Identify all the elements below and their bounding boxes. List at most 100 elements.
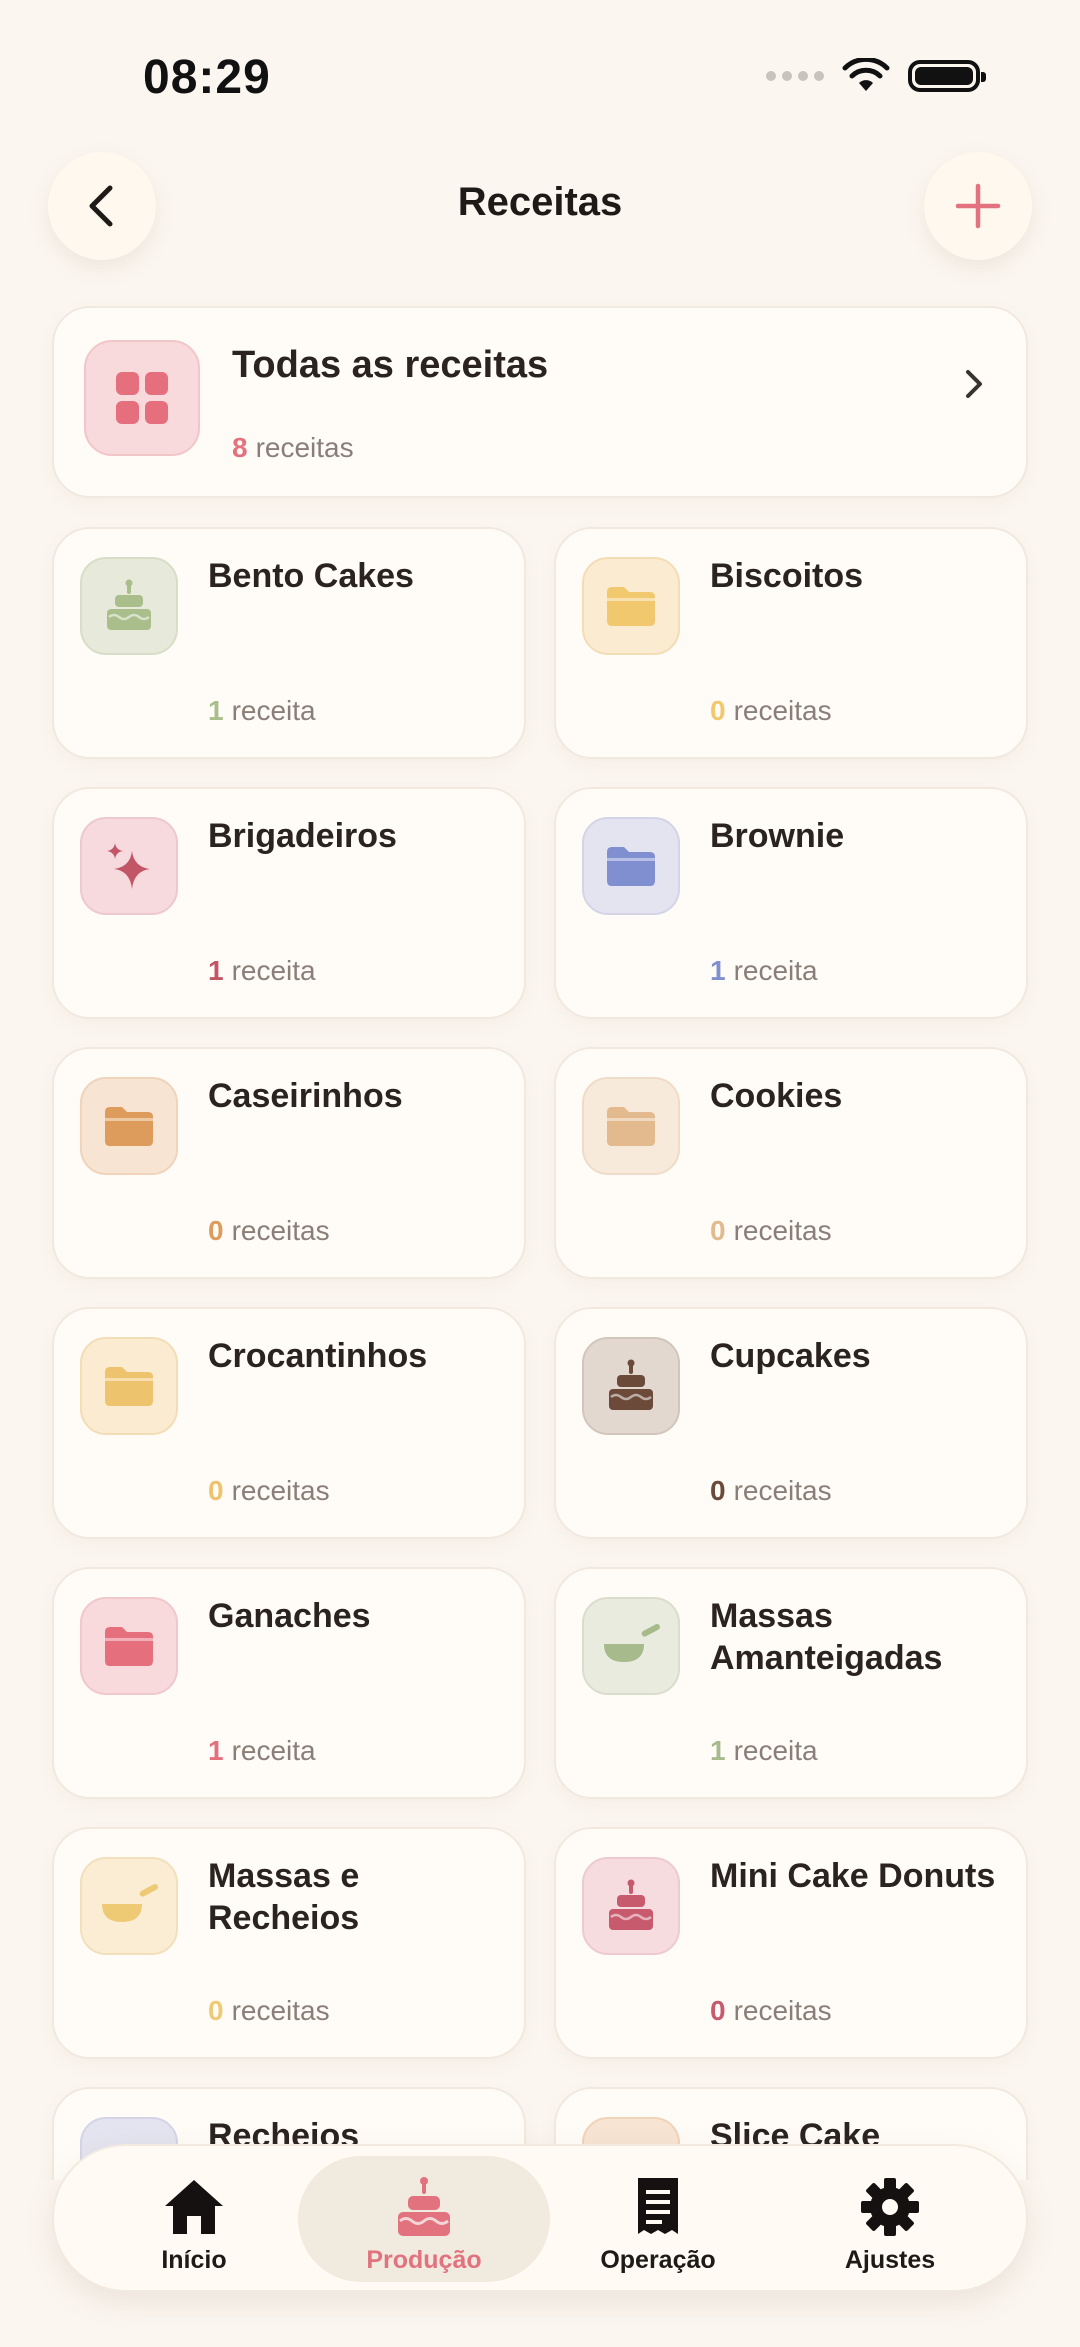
category-card[interactable]: Ganaches 1 receita bbox=[52, 1567, 526, 1799]
tab-inicio[interactable]: Início bbox=[68, 2156, 320, 2282]
category-count-number: 0 bbox=[710, 695, 726, 726]
category-card[interactable]: Brigadeiros 1 receita bbox=[52, 787, 526, 1019]
category-count-unit: receitas bbox=[733, 1475, 832, 1506]
category-count-number: 1 bbox=[208, 1735, 224, 1766]
category-count: 0 receitas bbox=[710, 1995, 832, 2027]
recipes-scroll-area[interactable]: Todas as receitas 8 receitas Bento Cakes 1… bbox=[0, 0, 1080, 2180]
category-name: Biscoitos bbox=[710, 557, 864, 595]
category-count-unit: receitas bbox=[231, 1215, 330, 1246]
tab-label-producao: Produção bbox=[366, 2246, 482, 2274]
receipt-icon bbox=[638, 2178, 678, 2234]
category-count-number: 0 bbox=[710, 1215, 726, 1246]
folder-icon bbox=[105, 1107, 153, 1146]
grid-icon-tile bbox=[84, 340, 200, 456]
category-icon-tile bbox=[80, 1857, 178, 1955]
category-count-unit: receitas bbox=[733, 695, 832, 726]
category-count: 1 receita bbox=[710, 1735, 818, 1767]
category-count-number: 1 bbox=[710, 955, 726, 986]
category-card[interactable]: Crocantinhos 0 receitas bbox=[52, 1307, 526, 1539]
cake-icon bbox=[398, 2177, 450, 2236]
category-count: 1 receita bbox=[208, 955, 316, 987]
category-count-number: 0 bbox=[208, 1215, 224, 1246]
category-icon-tile bbox=[582, 557, 680, 655]
category-count: 1 receita bbox=[710, 955, 818, 987]
category-count-number: 1 bbox=[710, 1735, 726, 1766]
tab-bar: Início Produção Operação Ajustes bbox=[52, 2144, 1028, 2292]
category-count: 0 receitas bbox=[208, 1995, 330, 2027]
category-count-unit: receita bbox=[231, 1735, 316, 1766]
folder-icon bbox=[607, 847, 655, 886]
category-icon-tile bbox=[80, 1077, 178, 1175]
gear-icon bbox=[861, 2178, 919, 2236]
category-icon-tile bbox=[80, 557, 178, 655]
pan-icon bbox=[102, 1884, 159, 1922]
all-recipes-count-number: 8 bbox=[232, 432, 248, 463]
category-count: 1 receita bbox=[208, 1735, 316, 1767]
tab-label-inicio: Início bbox=[161, 2246, 227, 2274]
tab-label-ajustes: Ajustes bbox=[844, 2246, 936, 2274]
category-count-number: 0 bbox=[710, 1475, 726, 1506]
category-icon-tile bbox=[80, 817, 178, 915]
all-recipes-card[interactable]: Todas as receitas 8 receitas bbox=[52, 306, 1028, 498]
category-count-unit: receitas bbox=[231, 1995, 330, 2026]
category-card[interactable]: Cupcakes 0 receitas bbox=[554, 1307, 1028, 1539]
category-card[interactable]: Massas Amanteigadas 1 receita bbox=[554, 1567, 1028, 1799]
category-count-number: 0 bbox=[208, 1995, 224, 2026]
category-card[interactable]: Massas e Recheios 0 receitas bbox=[52, 1827, 526, 2059]
grid-icon bbox=[116, 372, 168, 424]
home-icon bbox=[165, 2180, 223, 2234]
chevron-right-icon bbox=[966, 370, 982, 398]
all-recipes-count-unit: receitas bbox=[255, 432, 354, 463]
category-count-unit: receitas bbox=[231, 1475, 330, 1506]
category-name: Caseirinhos bbox=[208, 1077, 403, 1115]
category-name: Bento Cakes bbox=[208, 557, 414, 595]
folder-icon bbox=[105, 1627, 153, 1666]
category-icon-tile bbox=[582, 1857, 680, 1955]
tab-producao[interactable]: Produção bbox=[298, 2156, 550, 2282]
category-card[interactable]: Biscoitos 0 receitas bbox=[554, 527, 1028, 759]
category-count: 0 receitas bbox=[710, 1475, 832, 1507]
category-name: Brownie bbox=[710, 817, 845, 855]
all-recipes-title: Todas as receitas bbox=[232, 344, 549, 386]
category-count-number: 0 bbox=[208, 1475, 224, 1506]
category-count-unit: receita bbox=[733, 1735, 818, 1766]
category-icon-tile bbox=[582, 1077, 680, 1175]
folder-icon bbox=[105, 1367, 153, 1406]
category-count: 1 receita bbox=[208, 695, 316, 727]
category-icon-tile bbox=[80, 1337, 178, 1435]
tab-operacao[interactable]: Operação bbox=[532, 2156, 784, 2282]
category-name: Crocantinhos bbox=[208, 1337, 428, 1375]
tab-label-operacao: Operação bbox=[600, 2246, 716, 2274]
category-count-number: 1 bbox=[208, 695, 224, 726]
category-card[interactable]: Cookies 0 receitas bbox=[554, 1047, 1028, 1279]
category-card[interactable]: Bento Cakes 1 receita bbox=[52, 527, 526, 759]
category-name: Ganaches bbox=[208, 1597, 371, 1635]
category-icon-tile bbox=[582, 1597, 680, 1695]
category-name: Mini Cake Donuts bbox=[710, 1857, 996, 1895]
category-name: Cookies bbox=[710, 1077, 843, 1115]
category-card[interactable]: Brownie 1 receita bbox=[554, 787, 1028, 1019]
all-recipes-count: 8 receitas bbox=[232, 432, 354, 464]
category-count-number: 0 bbox=[710, 1995, 726, 2026]
category-name: Massas Amanteigadas bbox=[710, 1597, 943, 1677]
category-count: 0 receitas bbox=[710, 1215, 832, 1247]
category-count-unit: receitas bbox=[733, 1215, 832, 1246]
category-count: 0 receitas bbox=[710, 695, 832, 727]
sparkles-icon bbox=[107, 843, 150, 889]
cake-icon bbox=[609, 1879, 653, 1930]
category-card[interactable]: Caseirinhos 0 receitas bbox=[52, 1047, 526, 1279]
category-count-unit: receita bbox=[733, 955, 818, 986]
category-count: 0 receitas bbox=[208, 1215, 330, 1247]
category-count-unit: receitas bbox=[733, 1995, 832, 2026]
category-count-unit: receita bbox=[231, 695, 316, 726]
category-name: Brigadeiros bbox=[208, 817, 397, 855]
cake-icon bbox=[609, 1359, 653, 1410]
tab-ajustes[interactable]: Ajustes bbox=[764, 2156, 1016, 2282]
folder-icon bbox=[607, 1107, 655, 1146]
category-icon-tile bbox=[582, 817, 680, 915]
pan-icon bbox=[604, 1624, 661, 1662]
category-name: Cupcakes bbox=[710, 1337, 871, 1375]
category-name: Massas e Recheios bbox=[208, 1857, 360, 1937]
category-card[interactable]: Mini Cake Donuts 0 receitas bbox=[554, 1827, 1028, 2059]
category-count-unit: receita bbox=[231, 955, 316, 986]
